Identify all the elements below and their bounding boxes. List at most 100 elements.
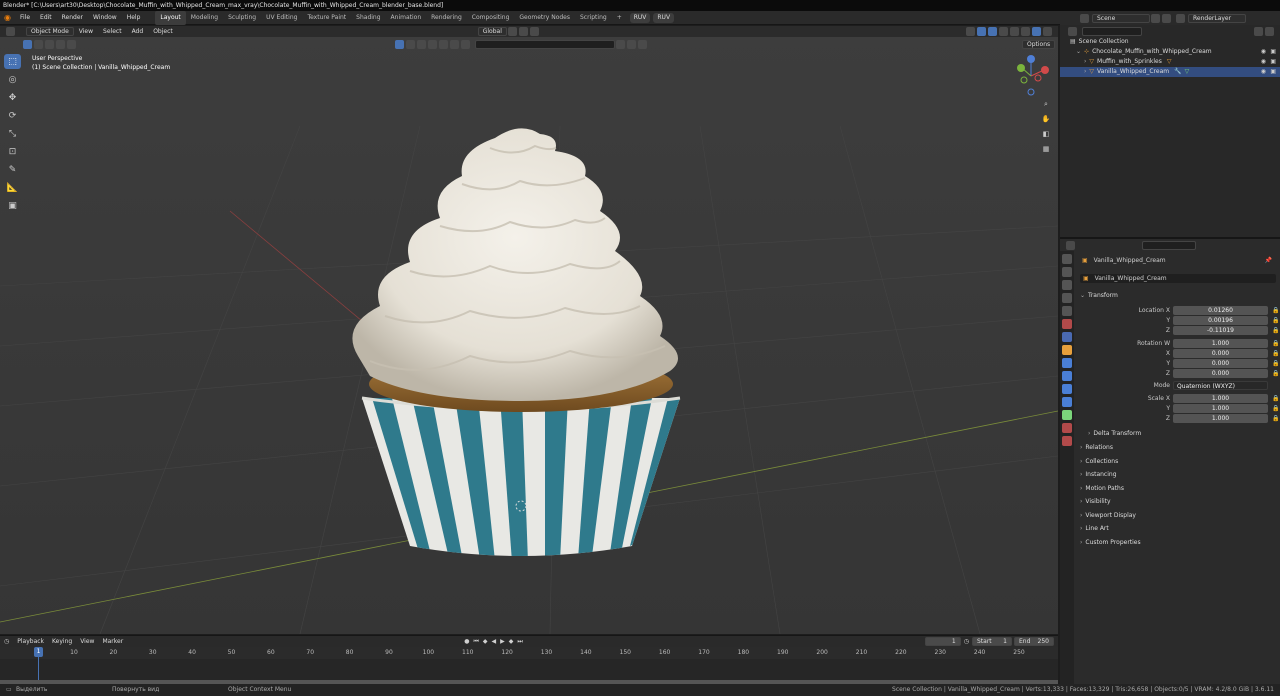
collapse-chevron-icon[interactable]: › xyxy=(1084,57,1086,67)
scene-close-icon[interactable] xyxy=(1162,13,1171,23)
scale-y-field[interactable]: 1.000 xyxy=(1173,404,1268,413)
viewport-menu-view[interactable]: View xyxy=(74,26,98,37)
outliner-item-cream[interactable]: › ▽ Vanilla_Whipped_Cream 🔧 ▽ ◉ ▣ xyxy=(1060,67,1280,77)
rotation-w-field[interactable]: 1.000 xyxy=(1173,339,1268,348)
lock-icon[interactable]: 🔒 xyxy=(1272,359,1279,368)
scene-selector[interactable]: Scene xyxy=(1092,13,1150,23)
play-reverse-icon[interactable]: ◀ xyxy=(489,638,498,645)
camera-icon[interactable]: ◧ xyxy=(1040,128,1052,140)
gizmo-toggle-icon[interactable] xyxy=(977,27,986,36)
rotation-y-field[interactable]: 0.000 xyxy=(1173,359,1268,368)
visibility-eye-icon[interactable]: ◉ xyxy=(1261,67,1266,77)
viewport-menu-select[interactable]: Select xyxy=(98,26,127,37)
rotation-z-field[interactable]: 0.000 xyxy=(1173,369,1268,378)
collection-tab-icon[interactable] xyxy=(1062,332,1072,342)
zoom-icon[interactable]: ⌕ xyxy=(1040,98,1052,110)
view-layer-icon[interactable] xyxy=(1176,13,1185,23)
select-new-icon[interactable] xyxy=(23,40,32,49)
menu-render[interactable]: Render xyxy=(57,11,88,25)
tab-geometry-nodes[interactable]: Geometry Nodes xyxy=(514,11,575,25)
texture-tab-icon[interactable] xyxy=(1062,436,1072,446)
location-y-field[interactable]: 0.00196 xyxy=(1173,316,1268,325)
physics-tab-icon[interactable] xyxy=(1062,384,1072,394)
scale-z-field[interactable]: 1.000 xyxy=(1173,414,1268,423)
modifier-tab-icon[interactable] xyxy=(1062,358,1072,368)
scene-copy-icon[interactable] xyxy=(1151,13,1160,23)
editor-type-icon[interactable] xyxy=(6,27,15,36)
select-intersect-icon[interactable] xyxy=(67,40,76,49)
jump-end-icon[interactable]: ⏭ xyxy=(515,638,524,646)
render-tab-icon[interactable] xyxy=(1062,267,1072,277)
viewport-search-input[interactable] xyxy=(475,40,615,49)
menu-help[interactable]: Help xyxy=(122,11,146,25)
pivot-icon[interactable] xyxy=(507,27,517,36)
filter-icon-5[interactable] xyxy=(439,40,448,49)
location-z-field[interactable]: -0.11019 xyxy=(1173,326,1268,335)
outliner-root[interactable]: ▤ Scene Collection xyxy=(1060,37,1280,47)
scene-icon[interactable] xyxy=(1080,13,1089,23)
lock-icon[interactable]: 🔒 xyxy=(1272,414,1279,423)
visibility-icon[interactable] xyxy=(966,27,975,36)
move-icon[interactable]: ✥ xyxy=(4,90,21,105)
record-icon[interactable]: ● xyxy=(462,638,471,645)
grid-perspective-icon[interactable]: ▦ xyxy=(1040,143,1052,155)
object-name-field[interactable]: ▣ Vanilla_Whipped_Cream xyxy=(1080,274,1276,283)
rotation-mode-dropdown[interactable]: Quaternion (WXYZ) xyxy=(1173,381,1268,390)
menu-file[interactable]: File xyxy=(15,11,35,25)
end-frame-field[interactable]: End 250 xyxy=(1014,637,1054,646)
render-camera-icon[interactable]: ▣ xyxy=(1270,47,1276,57)
add-workspace-button[interactable]: + xyxy=(612,11,627,25)
x-axis-icon[interactable] xyxy=(1041,66,1049,74)
particles-tab-icon[interactable] xyxy=(1062,371,1072,381)
current-frame-field[interactable]: 1 xyxy=(924,637,961,646)
cursor-icon[interactable]: ◎ xyxy=(4,72,21,87)
options-button[interactable]: Options xyxy=(1022,40,1056,49)
scene-tab-icon[interactable] xyxy=(1062,306,1072,316)
proportional-edit-icon[interactable] xyxy=(529,27,539,36)
view-layer-selector[interactable]: RenderLayer xyxy=(1188,13,1246,23)
filter-funnel-icon[interactable] xyxy=(638,40,647,49)
world-tab-icon[interactable] xyxy=(1062,319,1072,329)
select-invert-icon[interactable] xyxy=(56,40,65,49)
viewport-menu-object[interactable]: Object xyxy=(148,26,178,37)
panel-custom-properties[interactable]: › Custom Properties xyxy=(1080,537,1276,548)
panel-motion-paths[interactable]: › Motion Paths xyxy=(1080,483,1276,494)
frame-ruler[interactable]: 10 20 30 40 50 60 70 80 90 100 110 120 130 140 150 160 1… xyxy=(0,647,1058,659)
outliner-item-muffin-collection[interactable]: ⌄ ⊹ Chocolate_Muffin_with_Whipped_Cream … xyxy=(1060,47,1280,57)
clock-icon[interactable]: ◷ xyxy=(0,638,13,645)
bookmark-icon[interactable] xyxy=(627,40,636,49)
pan-hand-icon[interactable]: ✋ xyxy=(1040,113,1052,125)
panel-relations[interactable]: › Relations xyxy=(1080,442,1276,453)
transform-icon[interactable]: ⊡ xyxy=(4,144,21,159)
properties-editor-icon[interactable] xyxy=(1066,240,1075,250)
lock-icon[interactable]: 🔒 xyxy=(1272,339,1279,348)
render-camera-icon[interactable]: ▣ xyxy=(1270,67,1276,77)
timeline-menu-view[interactable]: View xyxy=(76,636,98,648)
panel-collections[interactable]: › Collections xyxy=(1080,456,1276,467)
navigation-gizmo[interactable] xyxy=(1008,54,1054,98)
shading-rendered-icon[interactable] xyxy=(1043,27,1052,36)
filter-icon-7[interactable] xyxy=(461,40,470,49)
select-subtract-icon[interactable] xyxy=(45,40,54,49)
filter-icon-3[interactable] xyxy=(417,40,426,49)
tab-rendering[interactable]: Rendering xyxy=(426,11,467,25)
expand-chevron-icon[interactable]: ⌄ xyxy=(1076,47,1081,57)
y-axis-icon[interactable] xyxy=(1017,64,1025,72)
scale-x-field[interactable]: 1.000 xyxy=(1173,394,1268,403)
panel-visibility[interactable]: › Visibility xyxy=(1080,496,1276,507)
tab-animation[interactable]: Animation xyxy=(386,11,427,25)
lock-icon[interactable]: 🔒 xyxy=(1272,369,1279,378)
timeline-menu-keying[interactable]: Keying xyxy=(48,636,76,648)
lock-icon[interactable]: 🔒 xyxy=(1272,349,1279,358)
timeline-menu-playback[interactable]: Playback xyxy=(13,636,48,648)
render-camera-icon[interactable]: ▣ xyxy=(1270,57,1276,67)
scale-icon[interactable]: ⤡ xyxy=(4,126,21,141)
view-layer-tab-icon[interactable] xyxy=(1062,293,1072,303)
outliner-item-muffin[interactable]: › ▽ Muffin_with_Sprinkles ▽ ◉ ▣ xyxy=(1060,57,1280,67)
measure-icon[interactable]: 📐 xyxy=(4,180,21,195)
next-key-icon[interactable]: ◆ xyxy=(507,638,516,645)
lock-icon[interactable]: 🔒 xyxy=(1272,394,1279,403)
filter-icon-6[interactable] xyxy=(450,40,459,49)
tab-layout[interactable]: Layout xyxy=(155,10,186,25)
timeline-area[interactable]: 10 20 30 40 50 60 70 80 90 100 110 120 130 140 150 160 1… xyxy=(0,647,1058,684)
